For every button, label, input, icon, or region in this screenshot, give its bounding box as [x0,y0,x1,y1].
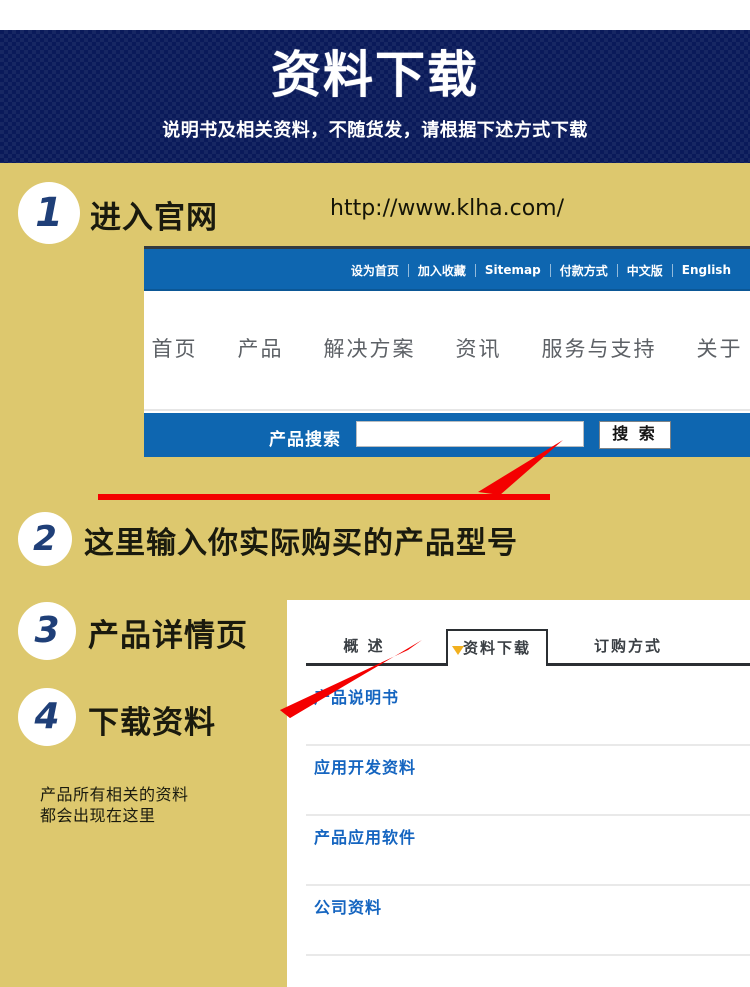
step-1-label: 进入官网 [90,200,218,236]
step-4-label: 下载资料 [88,705,216,741]
search-label: 产品搜索 [269,430,341,450]
step-4-badge: 4 [18,688,76,746]
nav-links: 首页 产品 解决方案 资讯 服务与支持 关于 [144,333,750,363]
utility-link-payment[interactable]: 付款方式 [551,262,617,279]
utility-link-favorites[interactable]: 加入收藏 [409,262,475,279]
search-button[interactable]: 搜 索 [599,421,671,449]
official-site-url[interactable]: http://www.klha.com/ [330,196,564,221]
arrow-to-downloads-tab-icon [280,640,422,718]
website-mockup: 设为首页 加入收藏 Sitemap 付款方式 中文版 English 首页 产品… [144,246,750,457]
step-2-badge: 2 [18,512,72,566]
list-item[interactable]: 应用开发资料 [306,746,750,816]
nav-item-products[interactable]: 产品 [218,333,304,363]
utility-link-sitemap[interactable]: Sitemap [476,263,550,277]
step-4-note-line-2: 都会出现在这里 [40,806,156,825]
page-root: 资料下载 说明书及相关资料，不随货发，请根据下述方式下载 1 进入官网 http… [0,0,750,987]
active-tab-triangle-icon [452,646,464,655]
download-link-app-dev[interactable]: 应用开发资料 [314,754,416,778]
nav-item-solutions[interactable]: 解决方案 [304,333,436,363]
step-3-label: 产品详情页 [88,618,248,654]
active-tab-gap [448,663,546,666]
tab-order-method[interactable]: 订购方式 [584,629,672,663]
banner-subtitle: 说明书及相关资料，不随货发，请根据下述方式下载 [162,120,588,141]
step-4-note: 产品所有相关的资料 都会出现在这里 [40,784,189,826]
nav-item-home[interactable]: 首页 [132,333,218,363]
step-1-badge: 1 [18,182,80,244]
utility-link-english[interactable]: English [673,263,740,277]
page-title: 资料下载 [271,46,479,104]
download-link-app-software[interactable]: 产品应用软件 [314,824,416,848]
nav-item-service-support[interactable]: 服务与支持 [522,333,677,363]
nav-item-about[interactable]: 关于 [677,333,750,363]
list-item[interactable]: 产品应用软件 [306,816,750,886]
step-2-label: 这里输入你实际购买的产品型号 [84,526,518,561]
utility-link-set-homepage[interactable]: 设为首页 [342,262,408,279]
step-3-badge: 3 [18,602,76,660]
list-item[interactable]: 公司资料 [306,886,750,956]
nav-item-news[interactable]: 资讯 [436,333,522,363]
header-banner: 资料下载 说明书及相关资料，不随货发，请根据下述方式下载 [0,30,750,163]
utility-link-chinese[interactable]: 中文版 [618,262,672,279]
site-main-nav: 首页 产品 解决方案 资讯 服务与支持 关于 [144,291,750,411]
utility-links: 设为首页 加入收藏 Sitemap 付款方式 中文版 English [342,249,740,291]
site-utility-bar: 设为首页 加入收藏 Sitemap 付款方式 中文版 English [144,249,750,291]
red-underline-rule [98,494,550,500]
download-link-company-info[interactable]: 公司资料 [314,894,382,918]
step-4-note-line-1: 产品所有相关的资料 [40,785,189,804]
top-white-strip [0,0,750,30]
arrow-to-search-box-icon [478,440,563,495]
